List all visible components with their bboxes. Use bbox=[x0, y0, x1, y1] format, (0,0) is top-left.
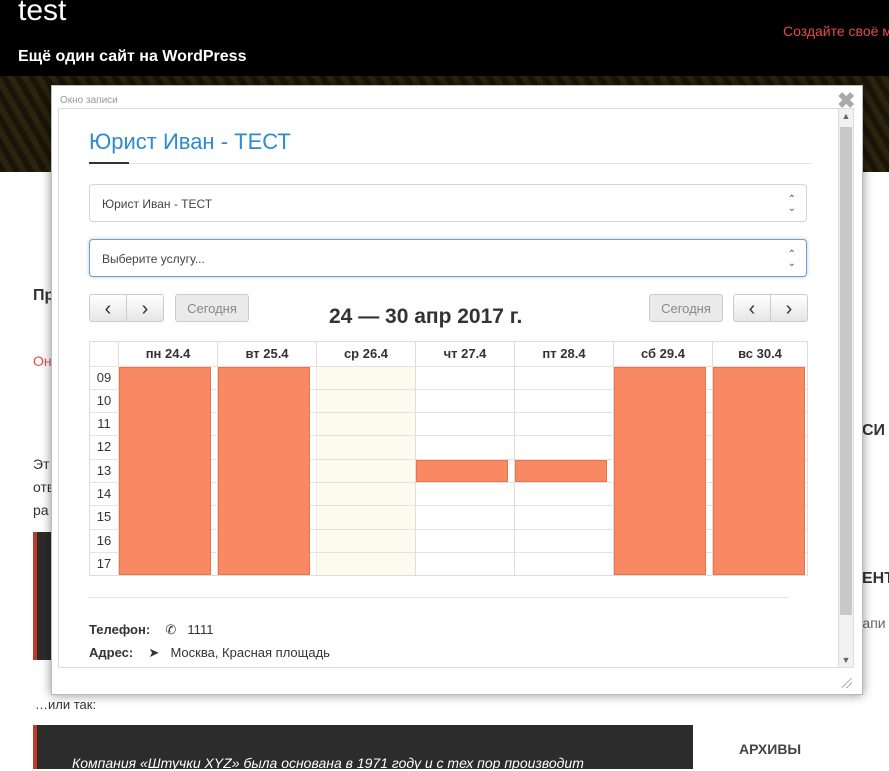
specialist-select[interactable]: Юрист Иван - ТЕСТ ⌃ ⌄ bbox=[89, 184, 807, 222]
busy-slot-sat[interactable] bbox=[614, 367, 706, 575]
footer-divider bbox=[89, 597, 789, 598]
hour-label: 09 bbox=[96, 370, 112, 385]
hour-label: 12 bbox=[96, 439, 112, 454]
service-select[interactable]: Выберите услугу... ⌃ ⌄ bbox=[89, 239, 807, 277]
day-header: сб 29.4 bbox=[613, 342, 712, 366]
address-label: Адрес: bbox=[89, 645, 134, 660]
title-accent bbox=[89, 162, 129, 164]
widget-heading-fragment: СИ bbox=[862, 422, 886, 439]
hour-label: 13 bbox=[96, 463, 112, 478]
busy-slot-mon[interactable] bbox=[119, 367, 211, 575]
week-calendar: пн 24.4 вт 25.4 ср 26.4 чт 27.4 пт 28.4 … bbox=[89, 341, 808, 576]
modal-content: Юрист Иван - ТЕСТ Юрист Иван - ТЕСТ ⌃ ⌄ В… bbox=[58, 108, 840, 668]
week-range-text: 24 — 30 апр 2017 г. bbox=[329, 305, 523, 328]
prev-week-button-right[interactable]: ‹ bbox=[733, 294, 771, 322]
day-header: пн 24.4 bbox=[118, 342, 217, 366]
next-week-button-right[interactable]: › bbox=[770, 294, 808, 322]
hour-label: 17 bbox=[96, 556, 112, 571]
busy-slot-tue[interactable] bbox=[218, 367, 310, 575]
day-header: чт 27.4 bbox=[415, 342, 514, 366]
phone-value[interactable]: 1111 bbox=[187, 622, 213, 637]
next-week-button[interactable]: › bbox=[126, 294, 164, 322]
archives-heading: АРХИВЫ bbox=[739, 741, 802, 757]
hour-label: 10 bbox=[96, 393, 112, 408]
select-arrows-icon: ⌃ ⌄ bbox=[787, 249, 796, 269]
phone-row: Телефон: ✆ 1111 bbox=[89, 622, 213, 638]
hour-label: 14 bbox=[96, 486, 112, 501]
address-row: Адрес: ➤ Москва, Красная площадь bbox=[89, 645, 330, 661]
form-title: Юрист Иван - ТЕСТ bbox=[89, 129, 291, 154]
phone-label: Телефон: bbox=[89, 622, 151, 637]
day-header: пт 28.4 bbox=[514, 342, 613, 366]
title-divider bbox=[89, 163, 811, 164]
post-text-fragment-1: Эт bbox=[33, 456, 50, 472]
scroll-down-icon[interactable]: ▼ bbox=[839, 653, 853, 667]
widget-heading-fragment-2: ЕНТ bbox=[862, 570, 889, 587]
busy-slot-fri[interactable] bbox=[515, 460, 607, 482]
prev-week-button[interactable]: ‹ bbox=[89, 294, 127, 322]
modal-caption: Окно записи bbox=[60, 95, 118, 106]
phone-icon: ✆ bbox=[165, 622, 177, 637]
today-button-left[interactable]: Сегодня bbox=[175, 294, 249, 322]
modal-scrollbar[interactable]: ▲ ▼ bbox=[838, 108, 854, 668]
select-arrows-icon: ⌃ ⌄ bbox=[787, 194, 796, 214]
scroll-thumb[interactable] bbox=[840, 127, 852, 615]
site-title[interactable]: test bbox=[18, 0, 66, 28]
post-text-ili: …или так: bbox=[35, 697, 97, 712]
hour-label: 15 bbox=[96, 509, 112, 524]
post-link-fragment[interactable]: Он bbox=[33, 353, 52, 369]
day-header: вс 30.4 bbox=[712, 342, 807, 366]
hour-label: 11 bbox=[97, 416, 111, 431]
day-header: вт 25.4 bbox=[217, 342, 316, 366]
create-site-link[interactable]: Создайте своё м bbox=[783, 23, 889, 39]
today-button-right[interactable]: Сегодня bbox=[649, 294, 723, 322]
busy-slot-sun[interactable] bbox=[713, 367, 805, 575]
day-column-today bbox=[316, 366, 415, 575]
day-header: ср 26.4 bbox=[316, 342, 415, 366]
specialist-select-value: Юрист Иван - ТЕСТ bbox=[102, 197, 213, 211]
hour-label: 16 bbox=[96, 533, 112, 548]
post-text-fragment-3: ра bbox=[33, 502, 49, 518]
resize-grip-icon[interactable] bbox=[842, 678, 852, 688]
address-value: Москва, Красная площадь bbox=[170, 645, 330, 660]
service-select-placeholder: Выберите услугу... bbox=[102, 252, 205, 266]
booking-modal: Окно записи ✖ Юрист Иван - ТЕСТ Юрист Ив… bbox=[51, 85, 863, 695]
location-arrow-icon: ➤ bbox=[148, 645, 160, 660]
busy-slot-thu[interactable] bbox=[416, 460, 508, 482]
scroll-up-icon[interactable]: ▲ bbox=[839, 109, 853, 123]
site-tagline: Ещё один сайт на WordPress bbox=[18, 48, 247, 65]
